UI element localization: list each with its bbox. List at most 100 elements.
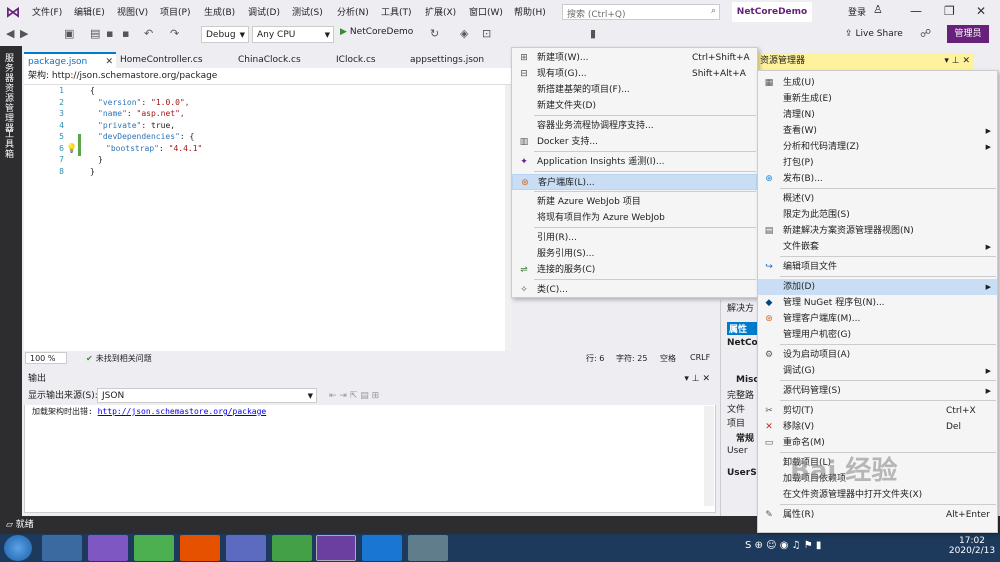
add-menu-item-16[interactable]: 服务引用(S)... xyxy=(512,246,757,262)
menu-item-11[interactable]: 帮助(H) xyxy=(514,5,546,18)
context-menu-item-10[interactable]: ▤ 新建解决方案资源管理器视图(N) xyxy=(758,223,997,239)
add-menu-item-15[interactable]: 引用(R)... xyxy=(512,230,757,246)
context-menu-item-5[interactable]: 打包(P) xyxy=(758,155,997,171)
output-url[interactable]: http://json.schemastore.org/package xyxy=(98,407,267,416)
menu-item-9[interactable]: 扩展(X) xyxy=(425,5,456,18)
context-menu-item-33[interactable]: ✎ 属性(R) Alt+Enter xyxy=(758,507,997,523)
issues-indicator[interactable]: ✔ 未找到相关问题 xyxy=(86,353,152,364)
context-menu-item-6[interactable]: ⊕ 发布(B)... xyxy=(758,171,997,187)
add-menu-item-13[interactable]: 将现有项目作为 Azure WebJob xyxy=(512,210,757,226)
context-menu-item-17[interactable]: ⊛ 管理客户端库(M)... xyxy=(758,311,997,327)
save-icon[interactable]: ▪ xyxy=(106,27,113,40)
context-menu-item-9[interactable]: 限定为此范围(S) xyxy=(758,207,997,223)
browser-icon[interactable]: ◈ xyxy=(460,27,468,40)
context-menu-item-23[interactable]: 源代码管理(S) ▶ xyxy=(758,383,997,399)
run-button[interactable]: ▶ NetCoreDemo xyxy=(340,27,413,37)
zoom-select[interactable]: 100 % xyxy=(25,352,67,364)
add-menu-item-19[interactable]: ✧ 类(C)... xyxy=(512,282,757,298)
account-icon[interactable]: ♙ xyxy=(873,3,883,16)
feedback-icon[interactable]: ☍ xyxy=(920,27,931,40)
output-scrollbar[interactable] xyxy=(704,406,714,506)
context-menu-item-16[interactable]: ◆ 管理 NuGet 程序包(N)... xyxy=(758,295,997,311)
save-all-icon[interactable]: ▪ xyxy=(122,27,129,40)
context-menu-item-31[interactable]: 在文件资源管理器中打开文件夹(X) xyxy=(758,487,997,503)
start-button[interactable] xyxy=(4,535,32,561)
taskbar-app-1[interactable] xyxy=(42,535,82,561)
bookmark-icon[interactable]: ▮ xyxy=(590,27,596,40)
add-menu-item-5[interactable]: 容器业务流程协调程序支持... xyxy=(512,118,757,134)
platform-select[interactable]: Any CPU ▼ xyxy=(252,26,334,43)
context-menu-item-21[interactable]: 调试(G) ▶ xyxy=(758,363,997,379)
config-select[interactable]: Debug ▼ xyxy=(201,26,249,43)
menu-item-6[interactable]: 测试(S) xyxy=(292,5,323,18)
menu-item-8[interactable]: 工具(T) xyxy=(381,5,412,18)
camera-icon[interactable]: ⊡ xyxy=(482,27,491,40)
tab-chinaclock[interactable]: ChinaClock.cs xyxy=(234,52,332,68)
add-menu-item-8[interactable]: ✦ Application Insights 遥测(I)... xyxy=(512,154,757,170)
add-menu-item-6[interactable]: ▥ Docker 支持... xyxy=(512,134,757,150)
forward-icon[interactable]: ▶ xyxy=(20,27,28,40)
context-menu-item-20[interactable]: ⚙ 设为启动项目(A) xyxy=(758,347,997,363)
menu-item-5[interactable]: 调试(D) xyxy=(248,5,280,18)
add-menu-item-10[interactable]: ⊛ 客户端库(L)... xyxy=(512,174,757,190)
context-menu-item-26[interactable]: ✕ 移除(V) Del xyxy=(758,419,997,435)
add-menu-item-0[interactable]: ⊞ 新建项(W)... Ctrl+Shift+A xyxy=(512,50,757,66)
tray-icons[interactable]: S ⊕ ☺ ◉ ♫ ⚑ ▮ xyxy=(745,540,821,551)
context-menu-item-13[interactable]: ↪ 编辑项目文件 xyxy=(758,259,997,275)
output-source-select[interactable]: JSON ▼ xyxy=(97,388,317,403)
login-link[interactable]: 登录 xyxy=(848,5,866,18)
taskbar-vs-icon[interactable] xyxy=(88,535,128,561)
search-input[interactable]: 搜索 (Ctrl+Q) ⌕ xyxy=(562,4,720,20)
add-menu-item-2[interactable]: 新搭建基架的项目(F)... xyxy=(512,82,757,98)
live-share-button[interactable]: ⇪ Live Share xyxy=(845,29,903,39)
taskbar-app-6[interactable] xyxy=(272,535,312,561)
lightbulb-icon[interactable]: 💡 xyxy=(66,144,77,154)
taskbar-iqiyi-icon[interactable] xyxy=(134,535,174,561)
context-menu-item-15[interactable]: 添加(D) ▶ xyxy=(758,279,997,295)
add-menu-item-12[interactable]: 新建 Azure WebJob 项目 xyxy=(512,194,757,210)
add-menu-item-3[interactable]: 新建文件夹(D) xyxy=(512,98,757,114)
schema-url[interactable]: http://json.schemastore.org/package xyxy=(52,71,217,81)
menu-item-0[interactable]: 文件(F) xyxy=(32,5,62,18)
menu-item-1[interactable]: 编辑(E) xyxy=(74,5,105,18)
tab-homecontroller[interactable]: HomeController.cs xyxy=(116,52,234,68)
context-menu-item-25[interactable]: ✂ 剪切(T) Ctrl+X xyxy=(758,403,997,419)
pin-close-icon[interactable]: ▾ ⊥ ✕ xyxy=(944,53,970,69)
taskbar-firefox-icon[interactable] xyxy=(180,535,220,561)
tab-iclock[interactable]: IClock.cs xyxy=(332,52,404,68)
server-explorer-tab[interactable]: 服务器资源管理器 xyxy=(5,54,17,134)
close-button[interactable]: ✕ xyxy=(976,4,986,18)
open-icon[interactable]: ▤ xyxy=(90,27,100,40)
add-menu-item-17[interactable]: ⇌ 连接的服务(C) xyxy=(512,262,757,278)
output-tools-icon[interactable]: ⇤ ⇥ ⇱ ▤ ⊞ xyxy=(329,387,379,405)
back-icon[interactable]: ◀ xyxy=(6,27,14,40)
maximize-button[interactable]: ❐ xyxy=(944,4,955,18)
taskbar-word-icon[interactable] xyxy=(362,535,402,561)
refresh-icon[interactable]: ↻ xyxy=(430,27,439,40)
context-menu-item-4[interactable]: 分析和代码清理(Z) ▶ xyxy=(758,139,997,155)
undo-icon[interactable]: ↶ xyxy=(144,27,153,40)
tab-appsettings[interactable]: appsettings.json xyxy=(406,52,510,68)
menu-item-10[interactable]: 窗口(W) xyxy=(469,5,503,18)
minimize-button[interactable]: — xyxy=(910,4,922,18)
menu-item-2[interactable]: 视图(V) xyxy=(117,5,148,18)
menu-item-3[interactable]: 项目(P) xyxy=(160,5,190,18)
taskbar-app-9[interactable] xyxy=(408,535,448,561)
new-project-icon[interactable]: ▣ xyxy=(64,27,74,40)
context-menu-item-8[interactable]: 概述(V) xyxy=(758,191,997,207)
context-menu-item-0[interactable]: ▦ 生成(U) xyxy=(758,75,997,91)
taskbar-vs-active-icon[interactable] xyxy=(316,535,356,561)
toolbox-tab[interactable]: 工具箱 xyxy=(5,130,17,160)
admin-badge[interactable]: 管理员 xyxy=(947,25,989,43)
context-menu-item-1[interactable]: 重新生成(E) xyxy=(758,91,997,107)
add-menu-item-1[interactable]: ⊟ 现有项(G)... Shift+Alt+A xyxy=(512,66,757,82)
tab-package-json[interactable]: package.json ✕ xyxy=(24,52,116,68)
context-menu-item-27[interactable]: ▭ 重命名(M) xyxy=(758,435,997,451)
redo-icon[interactable]: ↷ xyxy=(170,27,179,40)
context-menu-item-11[interactable]: 文件嵌套 ▶ xyxy=(758,239,997,255)
clock[interactable]: 17:02 2020/2/13 xyxy=(948,536,996,556)
taskbar-app-5[interactable] xyxy=(226,535,266,561)
context-menu-item-2[interactable]: 清理(N) xyxy=(758,107,997,123)
context-menu-item-18[interactable]: 管理用户机密(G) xyxy=(758,327,997,343)
menu-item-7[interactable]: 分析(N) xyxy=(337,5,369,18)
